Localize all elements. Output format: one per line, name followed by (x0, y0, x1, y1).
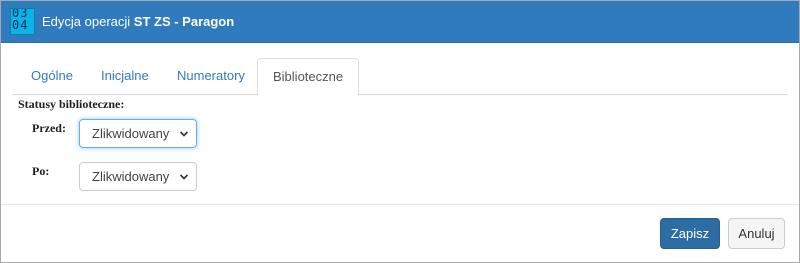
przed-select[interactable]: Zlikwidowany (79, 119, 197, 148)
save-button[interactable]: Zapisz (660, 218, 720, 249)
po-select-value: Zlikwidowany (92, 169, 170, 184)
przed-select-value: Zlikwidowany (92, 126, 170, 141)
section-label-statusy: Statusy biblioteczne: (18, 97, 125, 111)
dialog-title: Edycja operacji ST ZS - Paragon (42, 14, 234, 29)
dialog-footer: Zapisz Anuluj (1, 204, 799, 263)
tab-bar: Ogólne Inicjalne Numeratory Biblioteczne (12, 58, 788, 96)
cancel-button[interactable]: Anuluj (728, 218, 785, 249)
app-logo-digits: 03 04 (12, 8, 29, 32)
tab-inicjalne[interactable]: Inicjalne (86, 58, 164, 95)
chevron-down-icon (179, 174, 189, 180)
tab-ogolne[interactable]: Ogólne (16, 58, 88, 95)
dialog-titlebar: 03 04 Edycja operacji ST ZS - Paragon (1, 1, 799, 43)
app-logo-digits-icon: 03 04 (10, 8, 35, 35)
przed-label: Przed: (32, 121, 66, 135)
tab-biblioteczne[interactable]: Biblioteczne (257, 58, 360, 96)
dialog-title-operation: ST ZS - Paragon (133, 14, 235, 29)
po-label: Po: (32, 164, 50, 178)
po-select[interactable]: Zlikwidowany (79, 162, 197, 191)
tab-numeratory[interactable]: Numeratory (162, 58, 260, 95)
chevron-down-icon (179, 131, 189, 137)
dialog-title-prefix: Edycja operacji (42, 14, 134, 29)
edit-operation-dialog: 03 04 Edycja operacji ST ZS - Paragon Og… (0, 0, 800, 263)
